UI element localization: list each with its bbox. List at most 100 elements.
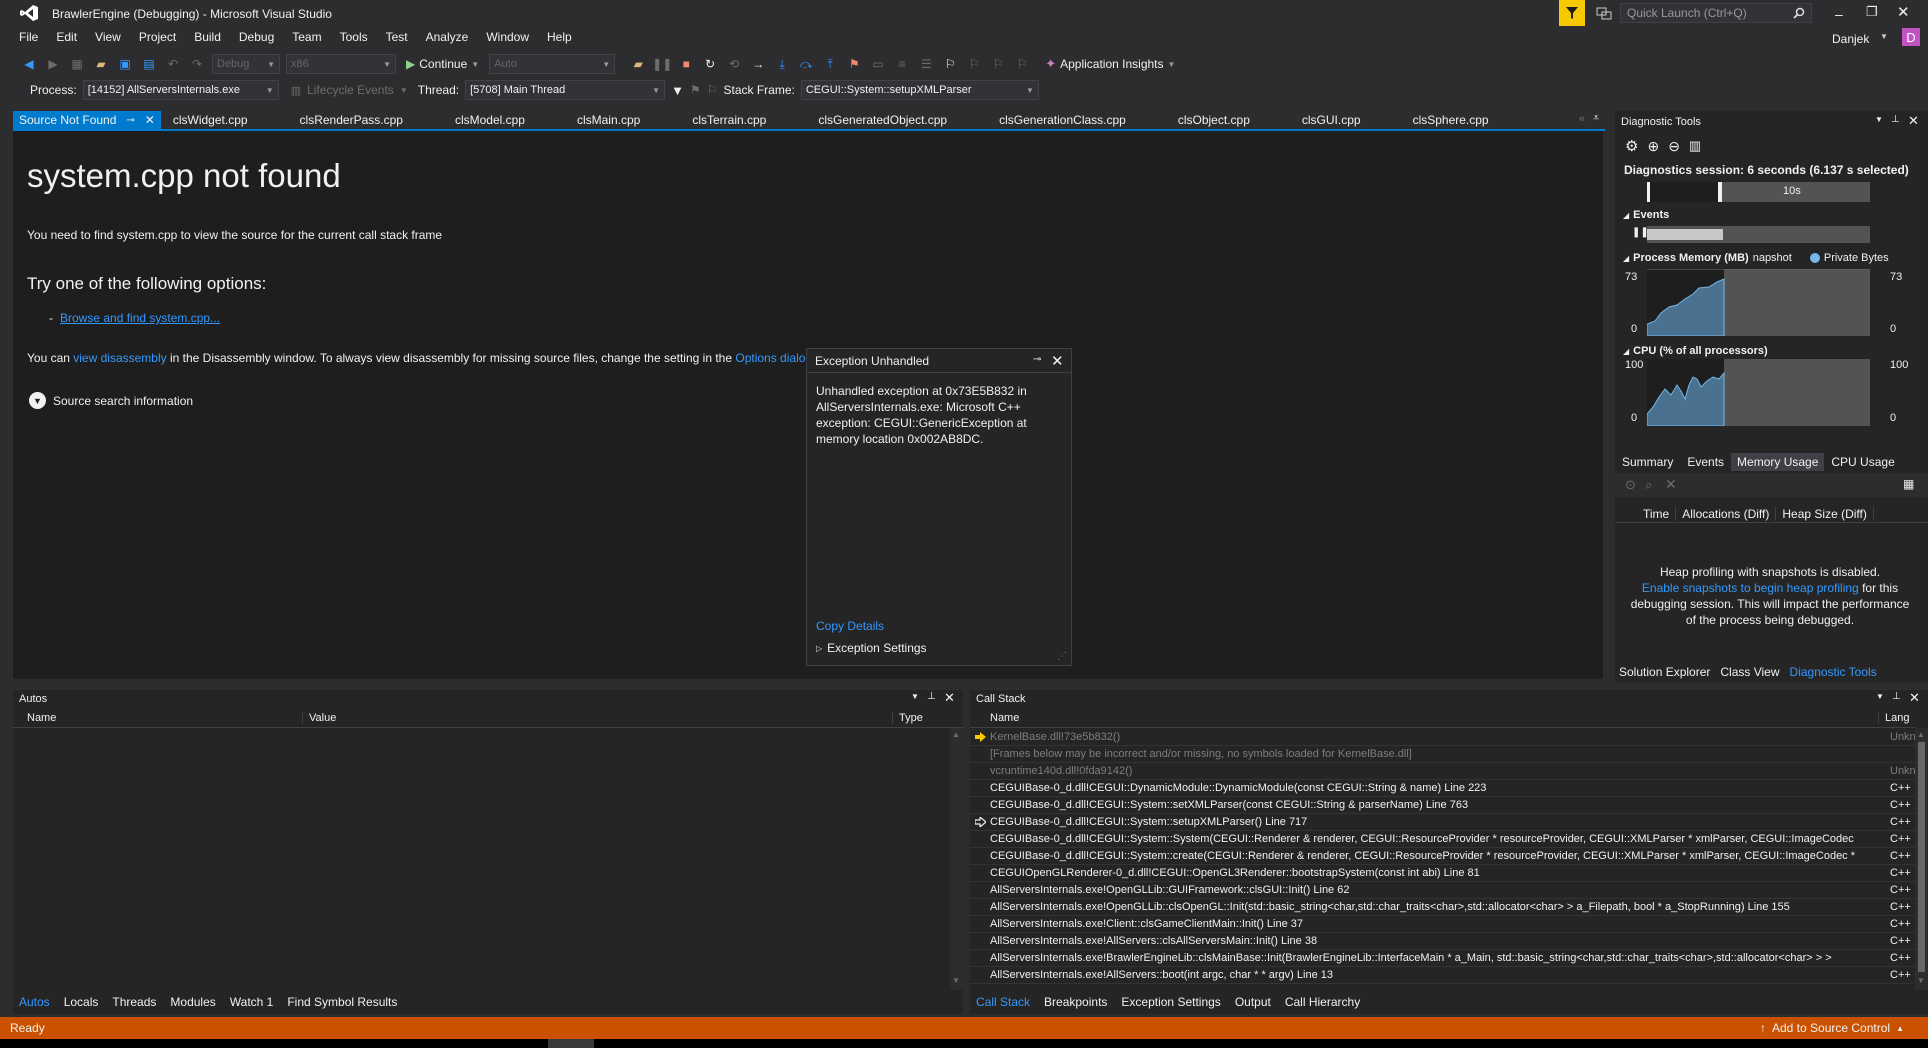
- menu-team[interactable]: Team: [283, 30, 330, 44]
- undo-icon[interactable]: ↶: [164, 55, 182, 73]
- application-insights-button[interactable]: ✦ Application Insights ▼: [1045, 56, 1175, 72]
- exception-settings-icon[interactable]: ⚑: [845, 55, 863, 73]
- call-stack-row[interactable]: AllServersInternals.exe!BrawlerEngineLib…: [970, 950, 1915, 967]
- debug-target-select[interactable]: Auto ▼: [489, 54, 616, 74]
- events-track[interactable]: [1647, 226, 1870, 243]
- callstack-pin-icon[interactable]: ⊥: [1892, 691, 1901, 702]
- tab-locals[interactable]: Locals: [64, 995, 99, 1009]
- autos-scrollbar[interactable]: ▲ ▼: [950, 728, 963, 990]
- timeline-ruler[interactable]: 10s: [1647, 182, 1870, 202]
- close-window-button[interactable]: ✕: [1897, 3, 1910, 21]
- source-search-toggle[interactable]: ▼ Source search information: [29, 392, 193, 409]
- scroll-down-icon[interactable]: ▼: [1917, 976, 1925, 985]
- delete-snapshot-icon[interactable]: ✕: [1665, 476, 1677, 493]
- user-name[interactable]: Danjek: [1832, 32, 1869, 46]
- lifecycle-events-label[interactable]: Lifecycle Events: [307, 83, 394, 97]
- view-disassembly-link[interactable]: view disassembly: [73, 351, 166, 365]
- panel-menu-icon[interactable]: ▼: [1875, 115, 1883, 124]
- scroll-down-icon[interactable]: ▼: [952, 976, 960, 985]
- stack-frame-select[interactable]: CEGUI::System::setupXMLParser ▼: [800, 80, 1039, 100]
- platform-select[interactable]: x86 ▼: [286, 54, 396, 74]
- autos-close-icon[interactable]: ✕: [944, 690, 955, 706]
- call-stack-row[interactable]: CEGUIBase-0_d.dll!CEGUI::System::setupXM…: [970, 814, 1915, 831]
- panel-pin-icon[interactable]: ⊥: [1891, 114, 1900, 125]
- menu-window[interactable]: Window: [477, 30, 538, 44]
- call-stack-row[interactable]: AllServersInternals.exe!OpenGLLib::clsOp…: [970, 899, 1915, 916]
- tab-clsmodel[interactable]: clsModel.cpp: [449, 111, 531, 129]
- tab-clsrenderpass[interactable]: clsRenderPass.cpp: [294, 111, 409, 129]
- col-allocations[interactable]: Allocations (Diff): [1676, 506, 1777, 521]
- autos-menu-icon[interactable]: ▼: [911, 692, 919, 701]
- tab-autos[interactable]: Autos: [19, 995, 50, 1009]
- scroll-up-icon[interactable]: ▲: [1917, 730, 1925, 739]
- tab-source-not-found[interactable]: Source Not Found ⊸ ✕: [13, 111, 161, 129]
- reset-view-icon[interactable]: ▥: [1689, 138, 1701, 154]
- notification-filter-icon[interactable]: [1559, 0, 1585, 26]
- call-stack-row[interactable]: CEGUIBase-0_d.dll!CEGUI::System::setXMLP…: [970, 797, 1915, 814]
- menu-build[interactable]: Build: [185, 30, 230, 44]
- avatar[interactable]: D: [1902, 28, 1920, 46]
- col-heap-size[interactable]: Heap Size (Diff): [1776, 506, 1874, 521]
- tab-solution-explorer[interactable]: Solution Explorer: [1619, 665, 1710, 679]
- tab-clsobject[interactable]: clsObject.cpp: [1172, 111, 1256, 129]
- menu-edit[interactable]: Edit: [47, 30, 86, 44]
- quick-launch-box[interactable]: Quick Launch (Ctrl+Q): [1620, 3, 1812, 23]
- solution-config-select[interactable]: Debug ▼: [212, 54, 280, 74]
- stop-debugging-icon[interactable]: ■: [677, 55, 695, 73]
- call-stack-row[interactable]: AllServersInternals.exe!OpenGLLib::GUIFr…: [970, 882, 1915, 899]
- call-stack-row[interactable]: AllServersInternals.exe!Client::clsGameC…: [970, 916, 1915, 933]
- menu-help[interactable]: Help: [538, 30, 581, 44]
- feedback-icon[interactable]: [1596, 5, 1612, 21]
- tab-clsgenerationclass[interactable]: clsGenerationClass.cpp: [993, 111, 1132, 129]
- save-icon[interactable]: ▣: [116, 55, 134, 73]
- step-over-icon[interactable]: ⤼: [797, 55, 815, 73]
- take-snapshot-icon[interactable]: ⊙: [1625, 477, 1636, 493]
- zoom-in-icon[interactable]: ⊕: [1647, 138, 1659, 155]
- call-stack-row[interactable]: AllServersInternals.exe!AllServers::boot…: [970, 967, 1915, 984]
- threads-icon[interactable]: ≡: [893, 55, 911, 73]
- close-popup-icon[interactable]: ✕: [1051, 352, 1064, 370]
- call-stack-row[interactable]: AllServersInternals.exe!AllServers::clsA…: [970, 933, 1915, 950]
- lifecycle-events-icon[interactable]: ▥: [291, 84, 301, 97]
- tab-clswidget[interactable]: clsWidget.cpp: [167, 111, 254, 129]
- apply-code-changes-icon[interactable]: ⟲: [725, 55, 743, 73]
- timeline-end-handle[interactable]: [1718, 182, 1722, 202]
- continue-button[interactable]: ▶ Continue ▼: [402, 57, 483, 71]
- next-bookmark-icon[interactable]: ⚐: [989, 55, 1007, 73]
- callstack-menu-icon[interactable]: ▼: [1876, 692, 1884, 701]
- scroll-tabs-icon[interactable]: «: [1579, 113, 1585, 125]
- tab-class-view[interactable]: Class View: [1720, 665, 1779, 679]
- col-name[interactable]: Name: [13, 712, 303, 724]
- thread-filter-icon[interactable]: ▼: [671, 83, 684, 98]
- process-icon[interactable]: ▰: [629, 55, 647, 73]
- tab-output[interactable]: Output: [1235, 995, 1271, 1009]
- col-name[interactable]: Name: [970, 712, 1879, 724]
- autos-pin-icon[interactable]: ⊥: [927, 691, 936, 702]
- navigate-forward-icon[interactable]: ▶: [44, 55, 62, 73]
- tab-breakpoints[interactable]: Breakpoints: [1044, 995, 1107, 1009]
- prev-bookmark-icon[interactable]: ⚐: [965, 55, 983, 73]
- lifecycle-chevron-icon[interactable]: ▼: [400, 86, 408, 95]
- minimize-button[interactable]: ‒: [1835, 6, 1843, 22]
- bookmark-icon[interactable]: ⚐: [941, 55, 959, 73]
- step-out-icon[interactable]: ⤒: [821, 55, 839, 73]
- comment-icon[interactable]: ☰: [917, 55, 935, 73]
- pin-popup-icon[interactable]: ⊸: [1033, 354, 1041, 365]
- call-stack-row[interactable]: CEGUIOpenGLRenderer-0_d.dll!CEGUI::OpenG…: [970, 865, 1915, 882]
- tab-clsgui[interactable]: clsGUI.cpp: [1296, 111, 1367, 129]
- callstack-close-icon[interactable]: ✕: [1909, 690, 1920, 706]
- hex-display-icon[interactable]: ▭: [869, 55, 887, 73]
- menu-analyze[interactable]: Analyze: [417, 30, 478, 44]
- add-to-source-control-button[interactable]: ↑ Add to Source Control ▲: [1760, 1021, 1904, 1035]
- call-stack-row[interactable]: CEGUIBase-0_d.dll!CEGUI::DynamicModule::…: [970, 780, 1915, 797]
- cpu-section-header[interactable]: ◢ CPU (% of all processors): [1623, 345, 1768, 357]
- show-next-statement-icon[interactable]: →: [749, 55, 767, 73]
- exception-settings-toggle[interactable]: ▷ Exception Settings: [816, 641, 927, 655]
- cpu-chart[interactable]: [1647, 359, 1870, 426]
- tab-cpu-usage[interactable]: CPU Usage: [1824, 455, 1901, 469]
- navigate-back-icon[interactable]: ◀: [20, 55, 38, 73]
- call-stack-row[interactable]: CEGUIBase-0_d.dll!CEGUI::System::create(…: [970, 848, 1915, 865]
- timeline-start-handle[interactable]: [1647, 182, 1650, 202]
- redo-icon[interactable]: ↷: [188, 55, 206, 73]
- tab-memory-usage[interactable]: Memory Usage: [1731, 453, 1825, 471]
